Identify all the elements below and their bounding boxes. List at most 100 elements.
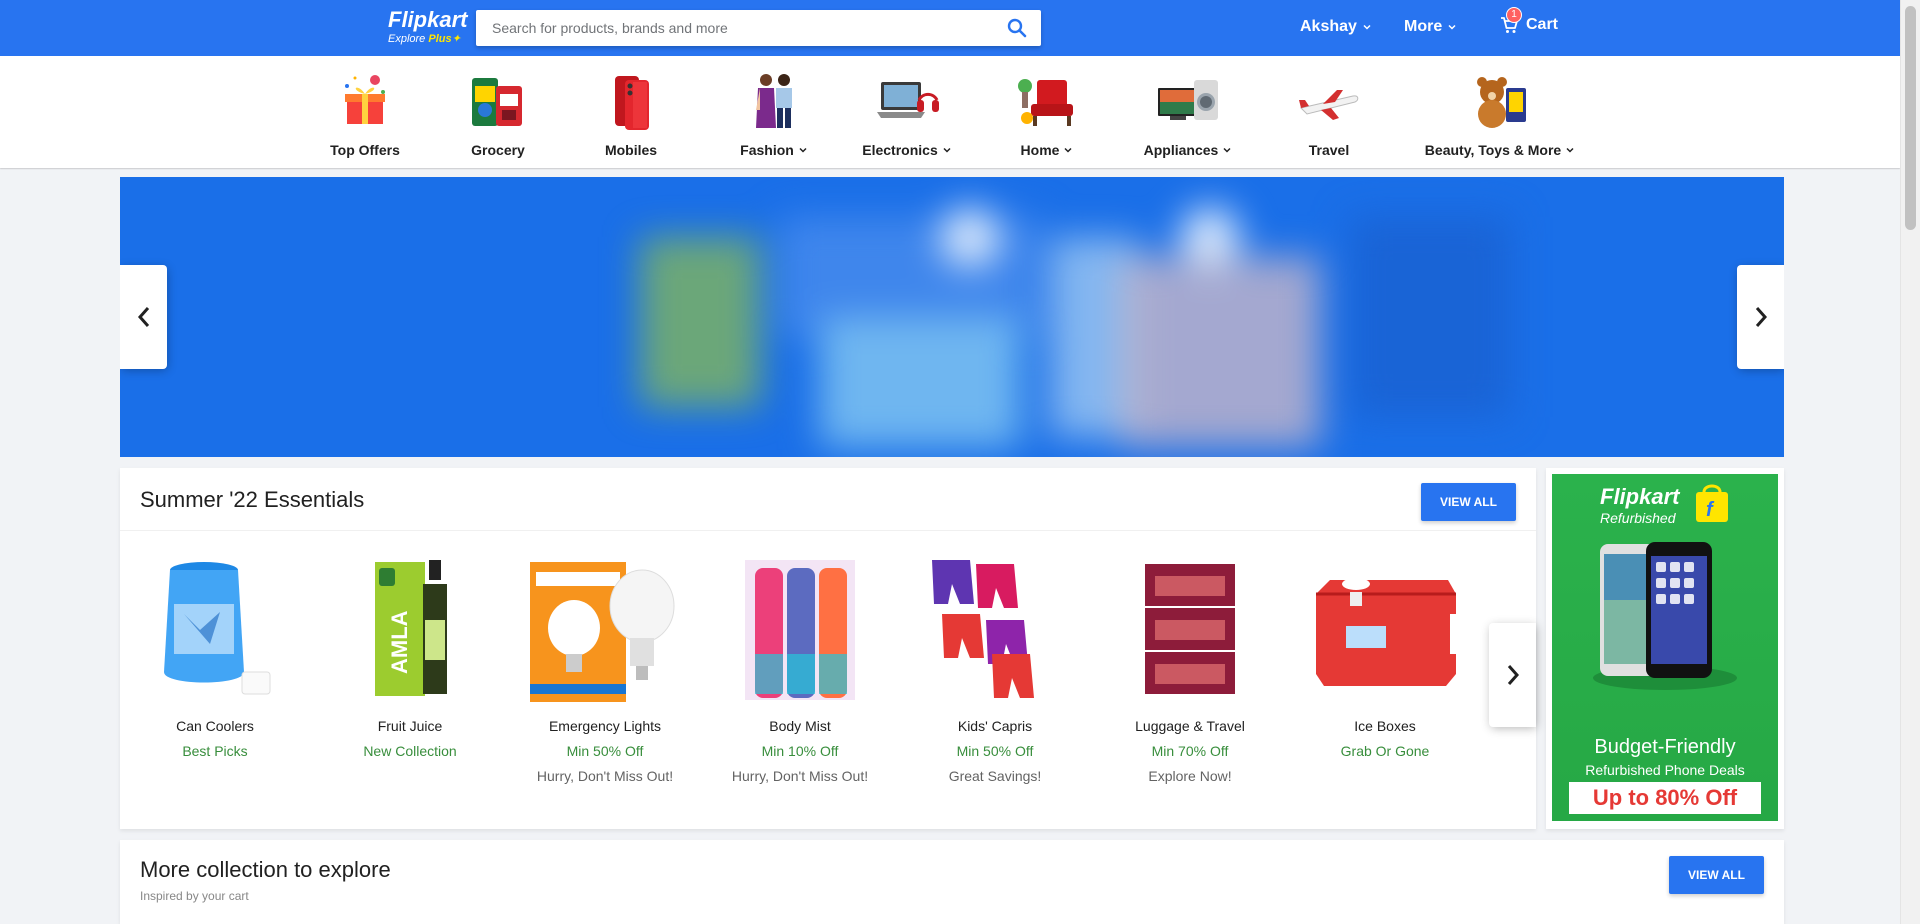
flipkart-bag-icon: f (1696, 484, 1728, 522)
section-subtitle: Inspired by your cart (140, 889, 249, 903)
hero-banner[interactable] (120, 177, 1784, 457)
product-offer: Grab Or Gone (1340, 743, 1430, 759)
account-menu[interactable]: Akshay (1300, 18, 1372, 36)
product-card[interactable]: Kids' Capris Min 50% Off Great Savings! (900, 554, 1090, 784)
ad-brand-sub: Refurbished (1600, 510, 1676, 526)
banner-prev-button[interactable] (120, 265, 167, 369)
mobile-icon (599, 70, 663, 134)
airplane-icon (1297, 70, 1361, 134)
product-card[interactable]: Luggage & Travel Min 70% Off Explore Now… (1095, 554, 1285, 784)
product-image (530, 554, 680, 704)
chevron-down-icon (1448, 24, 1456, 30)
product-offer: Min 50% Off (956, 743, 1034, 759)
product-name: Body Mist (769, 718, 831, 734)
phones-image (1593, 542, 1737, 690)
chevron-left-icon (137, 307, 149, 327)
chevron-right-icon (1507, 665, 1519, 685)
chevron-down-icon (799, 147, 807, 153)
ad-subline: Refurbished Phone Deals (1585, 762, 1745, 778)
category-label: Mobiles (604, 142, 658, 158)
search-icon[interactable] (1007, 18, 1027, 38)
category-grocery[interactable]: Grocery (458, 70, 538, 158)
banner-next-button[interactable] (1737, 265, 1784, 369)
category-label: Top Offers (330, 142, 400, 158)
teddy-icon (1468, 70, 1532, 134)
category-top-offers[interactable]: Top Offers (325, 70, 405, 158)
laptop-icon (875, 70, 939, 134)
category-appliances[interactable]: Appliances (1138, 70, 1238, 158)
product-offer: Min 10% Off (761, 743, 839, 759)
product-subtext: Hurry, Don't Miss Out! (731, 768, 869, 784)
product-name: Fruit Juice (377, 718, 443, 734)
product-name: Ice Boxes (1354, 718, 1416, 734)
logo-text: Flipkart (388, 7, 468, 32)
carousel-next-button[interactable] (1489, 623, 1536, 727)
product-card[interactable]: Ice Boxes Grab Or Gone (1290, 554, 1480, 759)
category-fashion[interactable]: Fashion (724, 70, 824, 158)
cart-count-badge: 1 (1506, 7, 1522, 23)
flipkart-logo[interactable]: Flipkart Explore Plus✦ (388, 7, 468, 46)
search-bar (476, 10, 1041, 46)
section-title: Summer '22 Essentials (140, 487, 365, 512)
product-name: Can Coolers (176, 718, 254, 734)
cart-button[interactable]: 1 Cart (1500, 7, 1558, 34)
refurbished-ad[interactable]: Flipkart Refurbished f Budget-Friendly R… (1552, 474, 1778, 821)
category-label: Appliances (1138, 142, 1238, 158)
product-subtext: Explore Now! (1148, 768, 1232, 784)
chevron-down-icon (1566, 147, 1574, 153)
chevron-right-icon (1755, 307, 1767, 327)
category-mobiles[interactable]: Mobiles (591, 70, 671, 158)
gift-icon (333, 70, 397, 134)
product-card[interactable]: Emergency Lights Min 50% Off Hurry, Don'… (510, 554, 700, 784)
category-label: Grocery (471, 142, 525, 158)
category-label: Beauty, Toys & More (1420, 142, 1580, 158)
product-image (1310, 554, 1460, 704)
armchair-icon (1015, 70, 1079, 134)
category-beauty-toys[interactable]: Beauty, Toys & More (1420, 70, 1580, 158)
scrollbar-thumb[interactable] (1905, 6, 1916, 230)
category-label: Home (997, 142, 1097, 158)
refurbished-ad-card: Flipkart Refurbished f Budget-Friendly R… (1546, 468, 1784, 829)
product-subtext: Hurry, Don't Miss Out! (536, 768, 674, 784)
product-card[interactable]: AMLA Fruit Juice New Collection (315, 554, 505, 759)
summer-essentials-section: Summer '22 Essentials VIEW ALL Can Coole… (120, 468, 1536, 829)
category-travel[interactable]: Travel (1289, 70, 1369, 158)
product-name: Kids' Capris (957, 718, 1033, 734)
account-name: Akshay (1300, 18, 1357, 35)
category-home[interactable]: Home (997, 70, 1097, 158)
view-all-button[interactable]: VIEW ALL (1669, 856, 1764, 894)
logo-subtext: Explore Plus✦ (388, 33, 461, 45)
fashion-icon (742, 70, 806, 134)
category-electronics[interactable]: Electronics (857, 70, 957, 158)
product-card[interactable]: Can Coolers Best Picks (120, 554, 310, 759)
search-input[interactable] (476, 10, 976, 46)
ad-headline: Budget-Friendly (1594, 736, 1736, 758)
category-label: Electronics (857, 142, 957, 158)
chevron-down-icon (943, 147, 951, 153)
svg-text:AMLA: AMLA (387, 610, 412, 674)
product-name: Luggage & Travel (1135, 718, 1245, 734)
more-label: More (1404, 18, 1443, 35)
product-offer: Min 70% Off (1151, 743, 1229, 759)
more-collection-section: More collection to explore Inspired by y… (120, 840, 1784, 924)
product-image (725, 554, 875, 704)
page-scrollbar[interactable] (1900, 0, 1920, 924)
product-subtext: Great Savings! (948, 768, 1042, 784)
top-header: Flipkart Explore Plus✦ Akshay More 1 Car… (0, 0, 1900, 56)
product-card[interactable]: Body Mist Min 10% Off Hurry, Don't Miss … (705, 554, 895, 784)
section-header: Summer '22 Essentials VIEW ALL (120, 468, 1536, 531)
ad-brand: Flipkart (1600, 484, 1680, 509)
ad-cta: Up to 80% Off (1569, 782, 1761, 814)
grocery-icon (466, 70, 530, 134)
product-offer: Min 50% Off (566, 743, 644, 759)
category-label: Travel (1308, 142, 1350, 158)
product-image (1115, 554, 1265, 704)
chevron-down-icon (1064, 147, 1072, 153)
chevron-down-icon (1223, 147, 1231, 153)
product-offer: New Collection (363, 743, 457, 759)
chevron-down-icon (1363, 24, 1371, 30)
product-name: Emergency Lights (548, 718, 662, 734)
more-menu[interactable]: More (1404, 18, 1457, 36)
view-all-button[interactable]: VIEW ALL (1421, 483, 1516, 521)
product-offer: Best Picks (182, 743, 248, 759)
